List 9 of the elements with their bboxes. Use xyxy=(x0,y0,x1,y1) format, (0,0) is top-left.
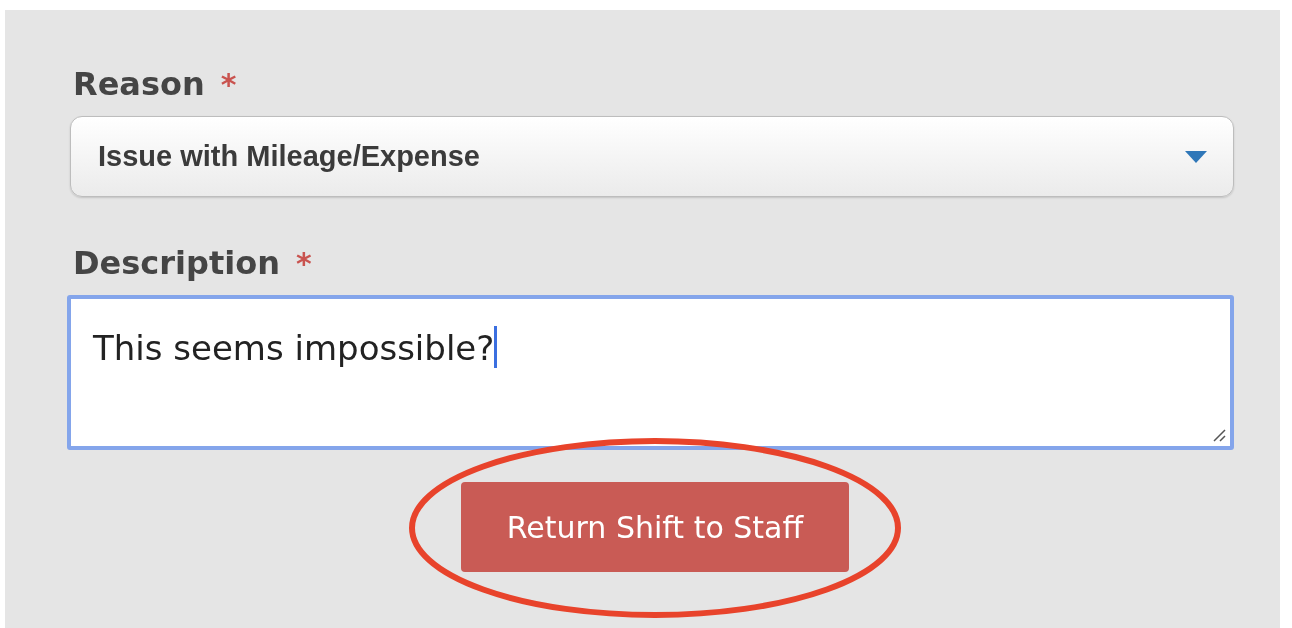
required-asterisk: * xyxy=(295,245,312,281)
field-label: Description xyxy=(73,244,280,282)
resize-handle-icon xyxy=(1212,428,1226,442)
reason-dropdown[interactable]: Issue with Mileage/Expense xyxy=(70,116,1234,197)
caret-icon xyxy=(1185,150,1207,163)
description-field[interactable]: This seems impossible? xyxy=(67,295,1234,450)
return-shift-button[interactable]: Return Shift to Staff xyxy=(461,482,849,572)
required-asterisk: * xyxy=(220,66,237,102)
field-label: Reason xyxy=(73,65,205,103)
